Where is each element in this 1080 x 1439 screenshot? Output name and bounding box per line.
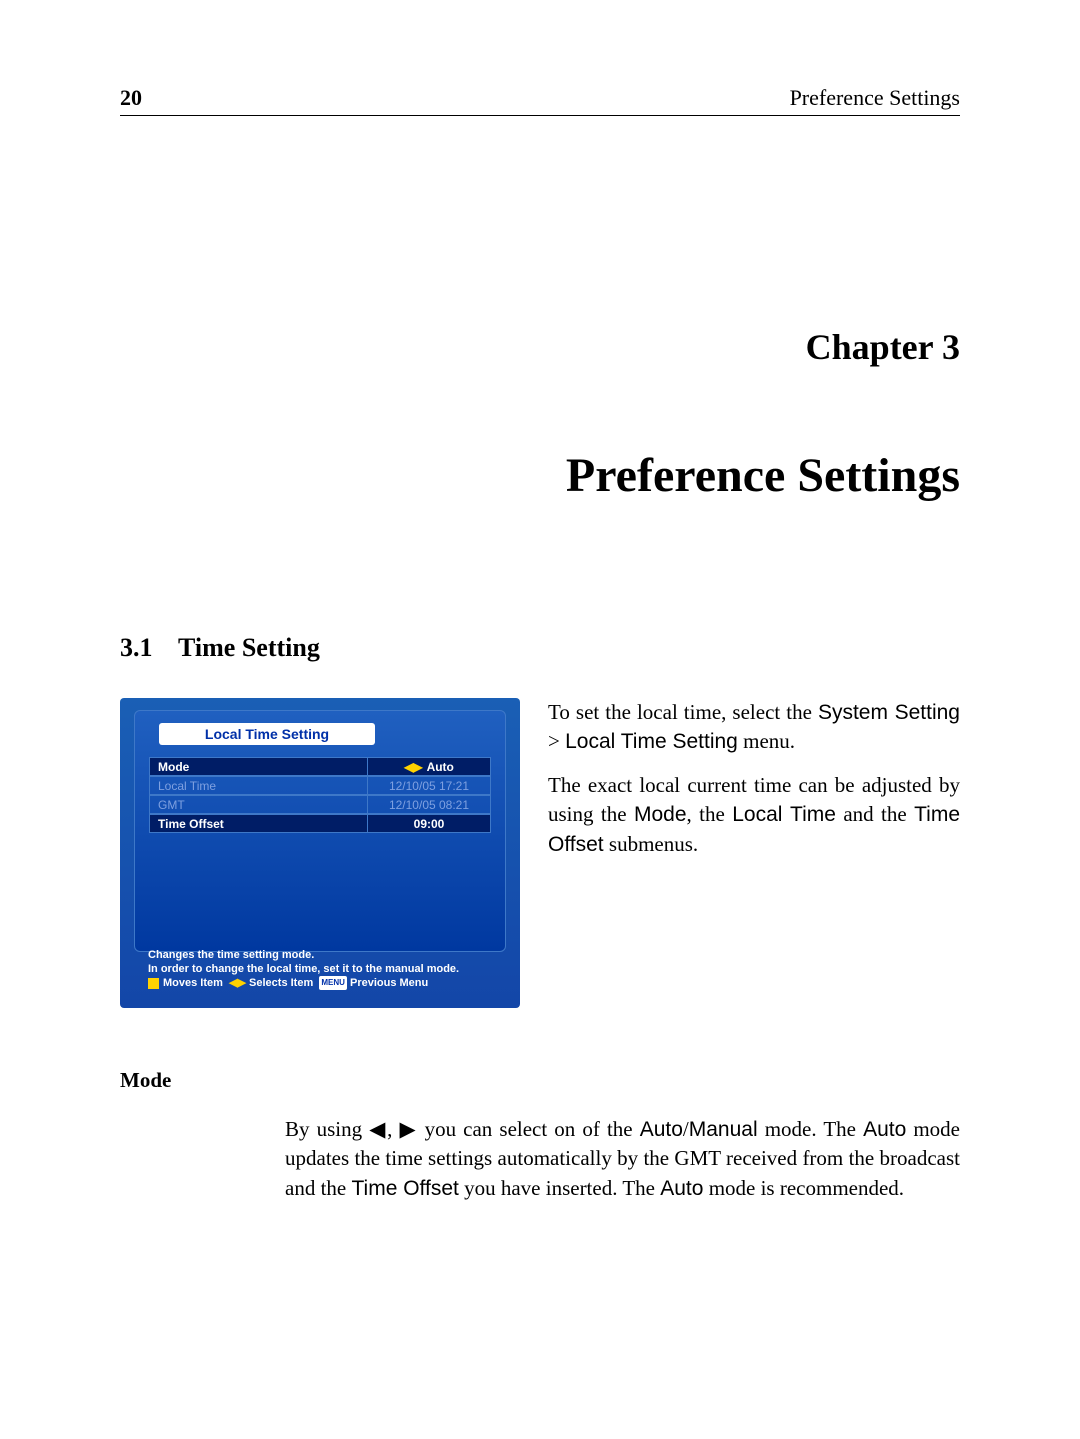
manual-page: 20 Preference Settings Chapter 3 Prefere… xyxy=(0,0,1080,1439)
screenshot-title: Local Time Setting xyxy=(159,723,375,745)
left-right-icon: ◀▶ xyxy=(229,977,246,989)
row-gmt: GMT 12/10/05 08:21 xyxy=(149,795,491,814)
row-label: Local Time xyxy=(149,776,367,795)
figure-description: To set the local time, select the System… xyxy=(548,698,960,1008)
row-label: GMT xyxy=(149,795,367,814)
screenshot-local-time-setting: Local Time Setting Mode ◀▶Auto Local Tim… xyxy=(120,698,520,1008)
section-heading: 3.1 Time Setting xyxy=(120,633,960,663)
paragraph: To set the local time, select the System… xyxy=(548,698,960,757)
row-time-offset: Time Offset 09:00 xyxy=(149,814,491,833)
figure-and-text: Local Time Setting Mode ◀▶Auto Local Tim… xyxy=(120,698,960,1008)
triangle-right-icon: ▶ xyxy=(400,1118,418,1141)
paragraph: The exact local current time can be adju… xyxy=(548,771,960,859)
row-value: 09:00 xyxy=(367,814,491,833)
section-title: Time Setting xyxy=(178,633,320,662)
screenshot-panel: Local Time Setting Mode ◀▶Auto Local Tim… xyxy=(134,710,506,952)
mode-paragraph: By using ◀, ▶ you can select on of the A… xyxy=(285,1115,960,1203)
screenshot-help: Changes the time setting mode. In order … xyxy=(148,948,500,990)
up-down-icon xyxy=(148,978,159,989)
running-title: Preference Settings xyxy=(790,85,960,111)
chapter-title: Preference Settings xyxy=(120,448,960,503)
screenshot-rows: Mode ◀▶Auto Local Time 12/10/05 17:21 GM… xyxy=(149,757,491,833)
left-right-icon: ◀▶ xyxy=(404,760,422,774)
chapter-label: Chapter 3 xyxy=(120,326,960,368)
row-label: Mode xyxy=(149,757,367,776)
triangle-left-icon: ◀ xyxy=(369,1118,387,1141)
help-line-1: Changes the time setting mode. xyxy=(148,948,500,962)
chapter-block: Chapter 3 Preference Settings xyxy=(120,326,960,503)
row-mode: Mode ◀▶Auto xyxy=(149,757,491,776)
row-local-time: Local Time 12/10/05 17:21 xyxy=(149,776,491,795)
menu-badge-icon: MENU xyxy=(319,976,347,990)
running-head: 20 Preference Settings xyxy=(120,85,960,116)
row-label: Time Offset xyxy=(149,814,367,833)
row-value: ◀▶Auto xyxy=(367,757,491,776)
help-line-2: In order to change the local time, set i… xyxy=(148,962,500,976)
subheading-mode: Mode xyxy=(120,1068,960,1093)
help-nav-line: Moves Item ◀▶ Selects Item MENU Previous… xyxy=(148,976,500,990)
section-number: 3.1 xyxy=(120,633,153,662)
row-value: 12/10/05 17:21 xyxy=(367,776,491,795)
row-value: 12/10/05 08:21 xyxy=(367,795,491,814)
page-number: 20 xyxy=(120,85,142,111)
